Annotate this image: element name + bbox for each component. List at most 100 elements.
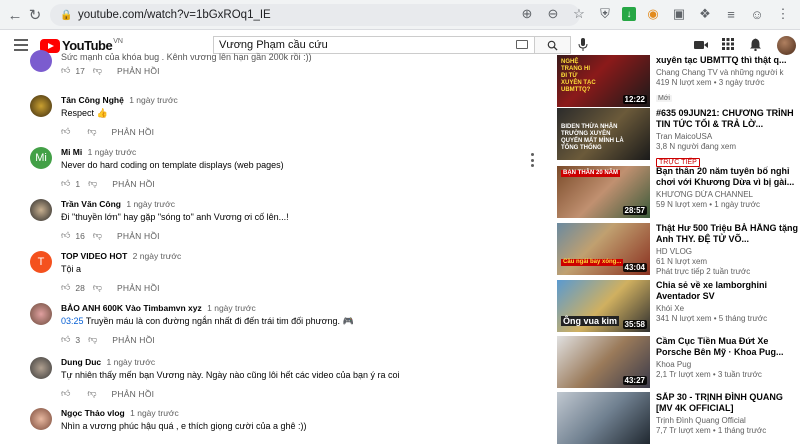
commenter-avatar[interactable] bbox=[30, 357, 52, 379]
commenter-avatar[interactable]: T bbox=[30, 251, 52, 273]
notifications-bell-icon[interactable] bbox=[748, 37, 762, 51]
dislike-icon[interactable]: 👎︎ bbox=[88, 334, 97, 345]
video-item[interactable]: BẠN THÂN 20 NĂM 28:57 Bạn thân 20 năm tu… bbox=[557, 166, 800, 218]
commenter-avatar[interactable] bbox=[30, 95, 52, 117]
timestamp-link[interactable]: 03:25 bbox=[61, 316, 84, 326]
dislike-icon[interactable]: 👎︎ bbox=[93, 230, 102, 241]
video-title[interactable]: Thật Hư 500 Triệu BÀ HẰNG tặng Anh THY. … bbox=[656, 223, 800, 245]
commenter-avatar[interactable] bbox=[30, 408, 52, 430]
video-channel[interactable]: Khói Xe bbox=[656, 304, 800, 313]
dislike-icon[interactable]: 👎︎ bbox=[87, 126, 96, 137]
video-channel[interactable]: Trịnh Đình Quang Official bbox=[656, 416, 800, 425]
reply-button[interactable]: PHẢN HỒI bbox=[112, 127, 155, 137]
comment-time[interactable]: 1 ngày trước bbox=[129, 95, 178, 105]
video-channel[interactable]: Khoa Pug bbox=[656, 360, 800, 369]
apps-grid-icon[interactable] bbox=[721, 37, 735, 51]
reply-button[interactable]: PHẢN HỒI bbox=[112, 389, 155, 399]
like-icon[interactable]: 👍︎ bbox=[61, 334, 70, 345]
video-item[interactable]: Ông vua kim 35:58 Chia sẻ về xe lamborgh… bbox=[557, 280, 800, 332]
video-item[interactable]: NGHỆ TRANG HI ĐI TỪ XUYÊN TẠC UBMTTQ? 12… bbox=[557, 55, 800, 107]
address-bar[interactable]: 🔒 youtube.com/watch?v=1bGxROq1_IE bbox=[50, 4, 580, 26]
translate-icon[interactable]: ▣ bbox=[670, 5, 688, 23]
comment-time[interactable]: 1 ngày trước bbox=[207, 303, 256, 313]
comment-time[interactable]: 1 ngày trước bbox=[88, 147, 137, 157]
video-item[interactable]: BIDEN THỪA NHẬN TRƯỜNG XUYÊN QUYẾN MẤT M… bbox=[557, 108, 800, 167]
create-video-icon[interactable] bbox=[693, 37, 709, 53]
star-icon[interactable]: ☆ bbox=[570, 5, 588, 23]
video-thumbnail[interactable] bbox=[557, 392, 650, 444]
video-thumbnail[interactable]: 43:27 bbox=[557, 336, 650, 388]
zoom-out-icon[interactable]: ⊖ bbox=[544, 5, 562, 23]
like-icon[interactable]: 👍︎ bbox=[61, 282, 70, 293]
profile-icon[interactable]: ☺ bbox=[748, 5, 766, 23]
like-icon[interactable]: 👍︎ bbox=[61, 230, 70, 241]
search-button[interactable] bbox=[535, 36, 571, 54]
commenter-avatar[interactable]: Mi bbox=[30, 147, 52, 169]
comment-time[interactable]: 2 ngày trước bbox=[133, 251, 182, 261]
reload-icon[interactable]: ↻ bbox=[24, 4, 46, 26]
kebab-icon[interactable]: ⋮ bbox=[774, 5, 792, 23]
comment-time[interactable]: 1 ngày trước bbox=[126, 199, 175, 209]
comment-text: Nhìn a vương phúc hậu quá , e thích giọn… bbox=[61, 421, 307, 431]
video-thumbnail[interactable]: Ông vua kim 35:58 bbox=[557, 280, 650, 332]
video-thumbnail[interactable]: BIDEN THỪA NHẬN TRƯỜNG XUYÊN QUYẾN MẤT M… bbox=[557, 108, 650, 160]
commenter-avatar[interactable] bbox=[30, 50, 52, 72]
dislike-icon[interactable]: 👎︎ bbox=[93, 65, 102, 76]
commenter-avatar[interactable] bbox=[30, 199, 52, 221]
puzzle-icon[interactable]: ❖ bbox=[696, 5, 714, 23]
like-icon[interactable]: 👍︎ bbox=[61, 126, 70, 137]
video-channel[interactable]: Tran MaicoUSA bbox=[656, 132, 800, 141]
comment-time[interactable]: 1 ngày trước bbox=[107, 357, 156, 367]
commenter-avatar[interactable] bbox=[30, 303, 52, 325]
user-avatar[interactable] bbox=[777, 36, 796, 55]
dislike-icon[interactable]: 👎︎ bbox=[93, 282, 102, 293]
video-thumbnail[interactable]: BẠN THÂN 20 NĂM 28:57 bbox=[557, 166, 650, 218]
extension-circle-icon[interactable]: ◉ bbox=[644, 5, 662, 23]
reply-button[interactable]: PHẢN HỒI bbox=[117, 283, 160, 293]
like-icon[interactable]: 👍︎ bbox=[61, 178, 70, 189]
comment-author[interactable]: Dung Duc bbox=[61, 357, 101, 367]
video-title[interactable]: Cầm Cục Tiền Mua Đứt Xe Porsche Bên Mỹ ·… bbox=[656, 336, 800, 358]
back-icon[interactable]: ← bbox=[4, 4, 26, 26]
reply-button[interactable]: PHẢN HỒI bbox=[112, 335, 155, 345]
comment-author[interactable]: Mi Mi bbox=[61, 147, 82, 157]
video-item[interactable]: 43:27 Cầm Cục Tiền Mua Đứt Xe Porsche Bê… bbox=[557, 336, 800, 388]
microphone-icon[interactable] bbox=[578, 38, 588, 52]
zoom-in-icon[interactable]: ⊕ bbox=[518, 5, 536, 23]
keyboard-icon[interactable] bbox=[516, 40, 528, 49]
video-channel[interactable]: Chang Chang TV và những người k bbox=[656, 68, 800, 77]
download-icon[interactable]: ↓ bbox=[622, 7, 636, 21]
video-info: Chia sẻ về xe lamborghini Aventador SV K… bbox=[656, 280, 800, 323]
shield-icon[interactable]: ⛨ bbox=[596, 5, 614, 23]
menu-lines-icon[interactable]: ≡ bbox=[722, 5, 740, 23]
video-channel[interactable]: KHƯƠNG DỪA CHANNEL bbox=[656, 190, 800, 199]
dislike-icon[interactable]: 👎︎ bbox=[88, 178, 97, 189]
comment-author[interactable]: Tân Công Nghệ bbox=[61, 95, 124, 105]
like-icon[interactable]: 👍︎ bbox=[61, 65, 70, 76]
comment-author[interactable]: TOP VIDEO HOT bbox=[61, 251, 127, 261]
like-icon[interactable]: 👍︎ bbox=[61, 388, 70, 399]
youtube-logo[interactable]: YouTube VN bbox=[40, 38, 123, 53]
comment-more-icon[interactable] bbox=[531, 153, 535, 167]
like-count: 1 bbox=[75, 178, 81, 189]
reply-button[interactable]: PHẢN HỒI bbox=[117, 66, 160, 76]
search-icon bbox=[547, 40, 558, 51]
reply-button[interactable]: PHẢN HỒI bbox=[117, 231, 160, 241]
video-thumbnail[interactable]: NGHỆ TRANG HI ĐI TỪ XUYÊN TẠC UBMTTQ? 12… bbox=[557, 55, 650, 107]
comment-author[interactable]: Ngọc Thảo vlog bbox=[61, 408, 125, 418]
dislike-icon[interactable]: 👎︎ bbox=[87, 388, 96, 399]
reply-button[interactable]: PHẢN HỒI bbox=[112, 179, 155, 189]
video-item[interactable]: SẮP 30 - TRỊNH ĐÌNH QUANG [MV 4K OFFICIA… bbox=[557, 392, 800, 444]
video-title[interactable]: xuyên tạc UBMTTQ thì thật q... bbox=[656, 55, 800, 66]
comment-author[interactable]: BẢO ANH 600K Vào Timbamvn xyz bbox=[61, 303, 202, 313]
comment-time[interactable]: 1 ngày trước bbox=[130, 408, 179, 418]
comment-author[interactable]: Trần Văn Công bbox=[61, 199, 121, 209]
video-channel[interactable]: HD VLOG bbox=[656, 247, 800, 256]
video-title[interactable]: Chia sẻ về xe lamborghini Aventador SV bbox=[656, 280, 800, 302]
video-title[interactable]: Bạn thân 20 năm tuyên bố nghỉ chơi với K… bbox=[656, 166, 800, 188]
video-title[interactable]: #635 09JUN21: CHƯƠNG TRÌNH TIN TỨC TỐI &… bbox=[656, 108, 800, 130]
video-thumbnail[interactable]: Cầu ngái bay xóng... 43:04 bbox=[557, 223, 650, 275]
video-item[interactable]: Cầu ngái bay xóng... 43:04 Thật Hư 500 T… bbox=[557, 223, 800, 276]
video-title[interactable]: SẮP 30 - TRỊNH ĐÌNH QUANG [MV 4K OFFICIA… bbox=[656, 392, 800, 414]
hamburger-menu-icon[interactable] bbox=[14, 39, 28, 51]
